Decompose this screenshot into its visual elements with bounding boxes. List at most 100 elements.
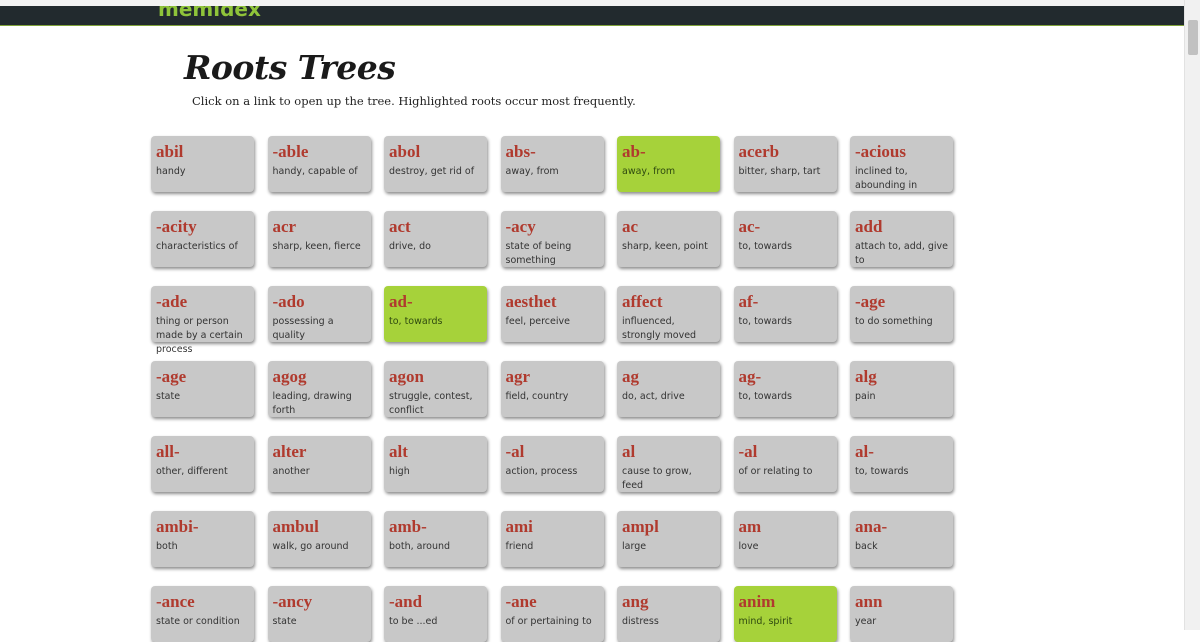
root-term: aesthet xyxy=(505,292,557,311)
root-term: ab- xyxy=(622,142,646,161)
root-meaning: to be ...ed xyxy=(389,616,438,627)
root-card-link[interactable]: abil handy xyxy=(151,136,254,192)
root-card-link[interactable]: alg pain xyxy=(850,361,953,417)
root-term: -al xyxy=(505,442,525,461)
root-card-link[interactable]: ampl large xyxy=(617,511,720,567)
root-meaning: handy xyxy=(156,166,186,177)
root-card-link[interactable]: -acity characteristics of xyxy=(151,211,254,267)
root-card-link[interactable]: -al action, process xyxy=(500,436,604,492)
site-header-bar: memidex xyxy=(0,6,1184,26)
root-term: abil xyxy=(156,142,184,161)
root-meaning: away, from xyxy=(505,166,559,177)
root-card-link[interactable]: -ade thing or person made by a certain pr… xyxy=(151,286,254,355)
root-card-link[interactable]: -ado possessing a quality xyxy=(267,286,371,342)
root-card-link[interactable]: af-to, towards xyxy=(733,286,837,342)
scrollbar-thumb[interactable] xyxy=(1188,20,1198,55)
root-card-link[interactable]: -acious inclined to, abounding in xyxy=(850,136,953,192)
root-card-link[interactable]: add attach to, add, give to xyxy=(850,211,953,267)
root-card-link[interactable]: agog leading, drawing forth xyxy=(267,361,371,417)
root-term: anim xyxy=(738,592,776,611)
root-meaning: feel, perceive xyxy=(505,316,570,327)
root-card-link[interactable]: aesthet feel, perceive xyxy=(500,286,604,342)
root-term: ang xyxy=(622,592,649,611)
root-card-link[interactable]: ambi-both xyxy=(151,511,254,567)
root-meaning: large xyxy=(622,541,647,552)
root-card-link[interactable]: amb-both, around xyxy=(384,511,487,567)
root-meaning: state or condition xyxy=(156,616,240,627)
root-meaning: pain xyxy=(855,391,876,402)
root-meaning: friend xyxy=(505,541,534,552)
root-term: acerb xyxy=(738,142,780,161)
root-card-link[interactable]: -al of or relating to xyxy=(733,436,837,492)
root-term: -and xyxy=(389,592,423,611)
root-meaning: year xyxy=(855,616,877,627)
root-term: act xyxy=(389,217,411,236)
root-card-link[interactable]: -age to do something xyxy=(850,286,953,342)
root-meaning: state xyxy=(156,391,181,402)
root-card-link[interactable]: -acy state of being something xyxy=(500,211,604,267)
root-card-link[interactable]: ag-to, towards xyxy=(733,361,837,417)
root-meaning: other, different xyxy=(156,466,228,477)
root-card-link[interactable]: ag do, act, drive xyxy=(617,361,720,417)
root-term: al xyxy=(622,442,636,461)
root-card-link[interactable]: agr field, country xyxy=(500,361,604,417)
root-card-link[interactable]: ann year xyxy=(850,586,953,642)
root-term: ag- xyxy=(738,367,762,386)
root-term: -able xyxy=(272,142,309,161)
root-card-link[interactable]: al cause to grow, feed xyxy=(617,436,720,492)
site-logo[interactable]: memidex xyxy=(158,6,261,21)
root-card-link[interactable]: ac sharp, keen, point xyxy=(617,211,720,267)
root-meaning: attach to, add, give to xyxy=(855,241,948,266)
root-meaning: another xyxy=(272,466,310,477)
root-term: amb- xyxy=(389,517,427,536)
root-term: all- xyxy=(156,442,180,461)
root-meaning: thing or person made by a certain proces… xyxy=(156,316,243,355)
root-term: -acity xyxy=(156,217,197,236)
root-card-link[interactable]: all-other, different xyxy=(151,436,254,492)
root-card-link[interactable]: am love xyxy=(733,511,837,567)
root-card-link[interactable]: ang distress xyxy=(617,586,720,642)
root-meaning: back xyxy=(855,541,878,552)
root-card-link[interactable]: act drive, do xyxy=(384,211,487,267)
root-card-link[interactable]: abs-away, from xyxy=(500,136,604,192)
root-card-link[interactable]: -ance state or condition xyxy=(151,586,254,642)
root-card-link[interactable]: ab-away, from xyxy=(617,136,720,192)
root-card-link[interactable]: ana-back xyxy=(850,511,953,567)
root-card-link[interactable]: alt high xyxy=(384,436,487,492)
root-card-link[interactable]: -and to be ...ed xyxy=(384,586,487,642)
root-meaning: distress xyxy=(622,616,659,627)
root-term: ami xyxy=(505,517,533,536)
root-card-link[interactable]: -ancy state xyxy=(267,586,371,642)
root-card-link[interactable]: ac-to, towards xyxy=(733,211,837,267)
root-meaning: to, towards xyxy=(855,466,909,477)
root-card-link[interactable]: ad-to, towards xyxy=(384,286,487,342)
root-meaning: love xyxy=(738,541,759,552)
root-card-link[interactable]: agon struggle, contest, conflict xyxy=(384,361,487,417)
root-card-link[interactable]: acr sharp, keen, fierce xyxy=(267,211,371,267)
root-card-link[interactable]: acerb bitter, sharp, tart xyxy=(733,136,837,192)
root-term: -age xyxy=(156,367,187,386)
root-card-link[interactable]: abol destroy, get rid of xyxy=(384,136,487,192)
root-term: -acious xyxy=(855,142,906,161)
root-meaning: possessing a quality xyxy=(272,316,334,341)
root-term: agr xyxy=(505,367,531,386)
vertical-scrollbar[interactable] xyxy=(1184,0,1200,630)
root-card-link[interactable]: -age state xyxy=(151,361,254,417)
root-meaning: inclined to, abounding in xyxy=(855,166,918,191)
root-term: affect xyxy=(622,292,663,311)
root-term: ann xyxy=(855,592,883,611)
root-card-link[interactable]: al-to, towards xyxy=(850,436,953,492)
root-card-link[interactable]: ambul walk, go around xyxy=(267,511,371,567)
root-term: -age xyxy=(855,292,886,311)
root-term: ag xyxy=(622,367,639,386)
root-card-link[interactable]: -ane of or pertaining to xyxy=(500,586,604,642)
root-term: ampl xyxy=(622,517,659,536)
root-term: am xyxy=(738,517,762,536)
root-card-link[interactable]: affect influenced, strongly moved xyxy=(617,286,720,342)
root-card-link[interactable]: ami friend xyxy=(500,511,604,567)
root-term: ambul xyxy=(272,517,319,536)
root-term: alg xyxy=(855,367,877,386)
root-card-link[interactable]: anim mind, spirit xyxy=(733,586,837,642)
root-card-link[interactable]: -able handy, capable of xyxy=(267,136,371,192)
root-card-link[interactable]: alter another xyxy=(267,436,371,492)
